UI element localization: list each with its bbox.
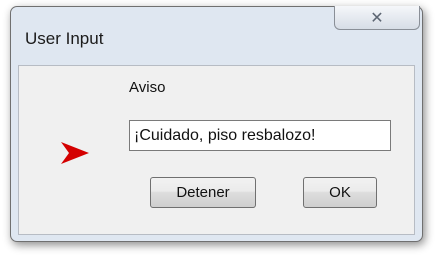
message-input[interactable] xyxy=(129,120,391,151)
ok-button[interactable]: OK xyxy=(303,177,377,208)
close-icon: ✕ xyxy=(370,9,384,27)
dialog-window: User Input ✕ Aviso Detener OK xyxy=(10,6,423,242)
stop-button[interactable]: Detener xyxy=(150,177,256,208)
dialog-content: Aviso Detener OK xyxy=(18,65,415,235)
close-button[interactable]: ✕ xyxy=(334,6,420,30)
window-title: User Input xyxy=(25,29,104,48)
prompt-label: Aviso xyxy=(129,79,166,96)
